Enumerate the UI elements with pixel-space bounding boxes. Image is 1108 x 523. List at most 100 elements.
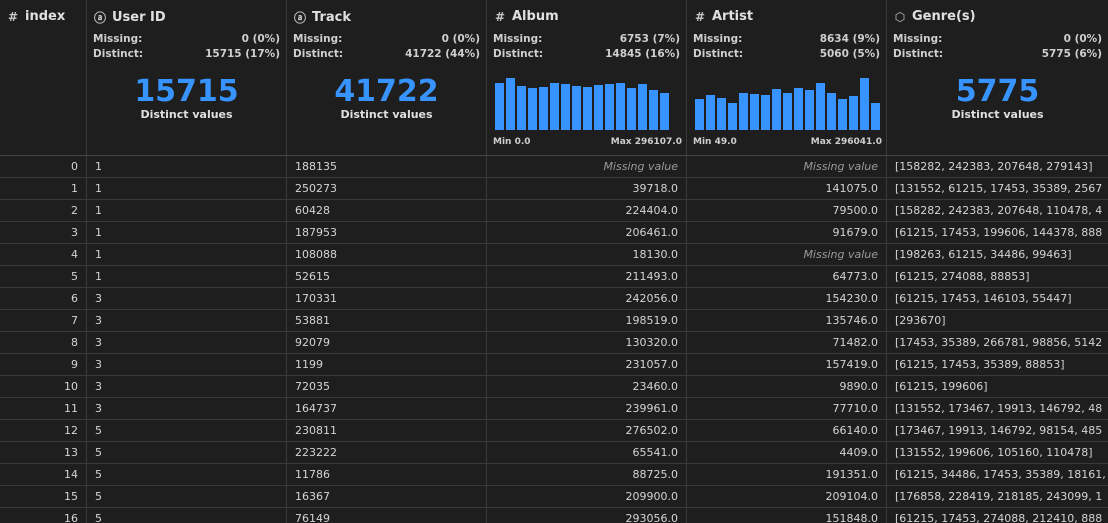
histogram-bar[interactable] (583, 87, 592, 130)
histogram-bar[interactable] (794, 88, 803, 130)
histogram-bar[interactable] (550, 83, 559, 130)
table-row[interactable]: 1 1 250273 39718.0 141075.0 [131552, 61215, 1… (0, 178, 1108, 200)
cell-album[interactable]: 206461.0 (486, 222, 686, 243)
cell-album[interactable]: 231057.0 (486, 354, 686, 375)
cell-track[interactable]: 223222 (286, 442, 486, 463)
table-row[interactable]: 5 1 52615 211493.0 64773.0 [61215, 274088, 88… (0, 266, 1108, 288)
histogram-bar[interactable] (761, 95, 770, 130)
histogram-bar[interactable] (539, 87, 548, 130)
cell-track[interactable]: 187953 (286, 222, 486, 243)
cell-genres[interactable]: [173467, 19913, 146792, 98154, 485 (886, 420, 1108, 441)
cell-artist[interactable]: 9890.0 (686, 376, 886, 397)
cell-genres[interactable]: [158282, 242383, 207648, 279143] (886, 156, 1108, 177)
cell-album[interactable]: 39718.0 (486, 178, 686, 199)
histogram-bar[interactable] (783, 93, 792, 130)
cell-artist[interactable]: 191351.0 (686, 464, 886, 485)
cell-user_id[interactable]: 1 (86, 266, 286, 287)
cell-user_id[interactable]: 3 (86, 332, 286, 353)
cell-album[interactable]: Missing value (486, 156, 686, 177)
cell-artist[interactable]: 209104.0 (686, 486, 886, 507)
cell-artist[interactable]: 64773.0 (686, 266, 886, 287)
cell-genres[interactable]: [131552, 199606, 105160, 110478] (886, 442, 1108, 463)
histogram-bar[interactable] (649, 90, 658, 130)
cell-genres[interactable]: [61215, 274088, 88853] (886, 266, 1108, 287)
cell-track[interactable]: 92079 (286, 332, 486, 353)
cell-artist[interactable]: 71482.0 (686, 332, 886, 353)
cell-album[interactable]: 293056.0 (486, 508, 686, 523)
cell-genres[interactable]: [176858, 228419, 218185, 243099, 1 (886, 486, 1108, 507)
cell-index[interactable]: 5 (0, 266, 86, 287)
column-title-artist[interactable]: # Artist (693, 9, 753, 24)
table-row[interactable]: 12 5 230811 276502.0 66140.0 [173467, 19913, … (0, 420, 1108, 442)
cell-track[interactable]: 11786 (286, 464, 486, 485)
table-row[interactable]: 8 3 92079 130320.0 71482.0 [17453, 35389, 266… (0, 332, 1108, 354)
cell-genres[interactable]: [61215, 17453, 146103, 55447] (886, 288, 1108, 309)
cell-user_id[interactable]: 3 (86, 354, 286, 375)
table-row[interactable]: 11 3 164737 239961.0 77710.0 [131552, 173467,… (0, 398, 1108, 420)
cell-user_id[interactable]: 3 (86, 310, 286, 331)
cell-artist[interactable]: 157419.0 (686, 354, 886, 375)
cell-user_id[interactable]: 1 (86, 222, 286, 243)
cell-index[interactable]: 14 (0, 464, 86, 485)
cell-index[interactable]: 0 (0, 156, 86, 177)
table-row[interactable]: 9 3 1199 231057.0 157419.0 [61215, 17453, 353… (0, 354, 1108, 376)
column-header-track[interactable]: ⓐ Track Missing: 0 (0%) Distinct: 41722 (44%)… (286, 0, 486, 155)
histogram-bar[interactable] (871, 103, 880, 130)
cell-track[interactable]: 230811 (286, 420, 486, 441)
histogram-bar[interactable] (849, 96, 858, 130)
cell-genres[interactable]: [131552, 61215, 17453, 35389, 2567 (886, 178, 1108, 199)
column-header-album[interactable]: # Album Missing: 6753 (7%) Distinct: 14845 (1… (486, 0, 686, 155)
cell-track[interactable]: 52615 (286, 266, 486, 287)
cell-index[interactable]: 15 (0, 486, 86, 507)
cell-index[interactable]: 3 (0, 222, 86, 243)
cell-artist[interactable]: Missing value (686, 244, 886, 265)
cell-artist[interactable]: 66140.0 (686, 420, 886, 441)
table-row[interactable]: 3 1 187953 206461.0 91679.0 [61215, 17453, 19… (0, 222, 1108, 244)
histogram-bar[interactable] (495, 83, 504, 130)
cell-index[interactable]: 1 (0, 178, 86, 199)
cell-track[interactable]: 76149 (286, 508, 486, 523)
histogram-bar[interactable] (838, 99, 847, 130)
cell-genres[interactable]: [61215, 17453, 35389, 88853] (886, 354, 1108, 375)
table-row[interactable]: 16 5 76149 293056.0 151848.0 [61215, 17453, 2… (0, 508, 1108, 523)
table-row[interactable]: 14 5 11786 88725.0 191351.0 [61215, 34486, 17… (0, 464, 1108, 486)
cell-user_id[interactable]: 5 (86, 464, 286, 485)
cell-user_id[interactable]: 1 (86, 244, 286, 265)
cell-index[interactable]: 2 (0, 200, 86, 221)
column-title-album[interactable]: # Album (493, 9, 559, 24)
cell-genres[interactable]: [17453, 35389, 266781, 98856, 5142 (886, 332, 1108, 353)
histogram-bar[interactable] (561, 84, 570, 130)
cell-user_id[interactable]: 5 (86, 486, 286, 507)
cell-artist[interactable]: 151848.0 (686, 508, 886, 523)
cell-track[interactable]: 250273 (286, 178, 486, 199)
cell-index[interactable]: 6 (0, 288, 86, 309)
cell-genres[interactable]: [293670] (886, 310, 1108, 331)
table-row[interactable]: 10 3 72035 23460.0 9890.0 [61215, 199606] (0, 376, 1108, 398)
cell-artist[interactable]: 135746.0 (686, 310, 886, 331)
cell-genres[interactable]: [158282, 242383, 207648, 110478, 4 (886, 200, 1108, 221)
table-row[interactable]: 0 1 188135 Missing value Missing value [15828… (0, 156, 1108, 178)
histogram-bar[interactable] (616, 83, 625, 130)
cell-user_id[interactable]: 5 (86, 508, 286, 523)
cell-album[interactable]: 130320.0 (486, 332, 686, 353)
cell-genres[interactable]: [61215, 17453, 274088, 212410, 888 (886, 508, 1108, 523)
histogram-bar[interactable] (627, 88, 636, 130)
cell-genres[interactable]: [198263, 61215, 34486, 99463] (886, 244, 1108, 265)
cell-user_id[interactable]: 3 (86, 376, 286, 397)
histogram-bar[interactable] (572, 86, 581, 130)
cell-user_id[interactable]: 1 (86, 156, 286, 177)
cell-track[interactable]: 53881 (286, 310, 486, 331)
cell-track[interactable]: 72035 (286, 376, 486, 397)
cell-artist[interactable]: 4409.0 (686, 442, 886, 463)
cell-index[interactable]: 7 (0, 310, 86, 331)
cell-album[interactable]: 23460.0 (486, 376, 686, 397)
histogram-bar[interactable] (594, 85, 603, 130)
histogram-bar[interactable] (528, 88, 537, 130)
histogram-bar[interactable] (706, 95, 715, 130)
cell-album[interactable]: 242056.0 (486, 288, 686, 309)
cell-user_id[interactable]: 5 (86, 442, 286, 463)
column-title-track[interactable]: ⓐ Track (293, 9, 351, 26)
cell-track[interactable]: 16367 (286, 486, 486, 507)
cell-artist[interactable]: 79500.0 (686, 200, 886, 221)
cell-artist[interactable]: 77710.0 (686, 398, 886, 419)
